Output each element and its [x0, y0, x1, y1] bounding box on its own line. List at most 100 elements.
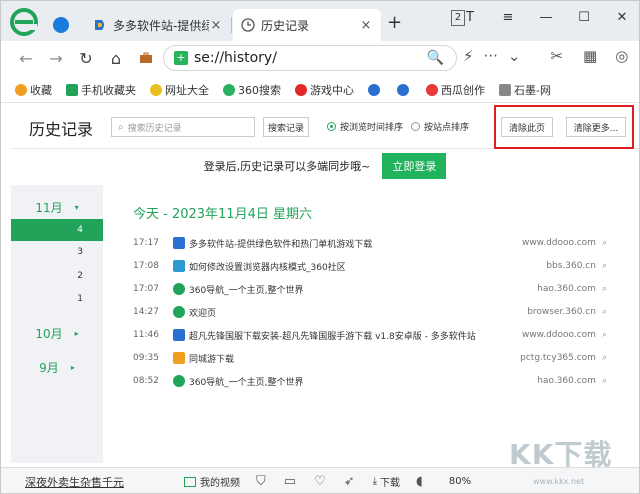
- download-icon: ⤓: [372, 476, 378, 487]
- month-sep[interactable]: 9月 ▸: [11, 357, 103, 377]
- bookmark-shimo[interactable]: 石墨-网: [499, 82, 551, 98]
- close-window-button[interactable]: ✕: [603, 10, 639, 25]
- briefcase-icon[interactable]: [131, 49, 161, 68]
- back-icon[interactable]: ←: [11, 49, 41, 68]
- paw-icon: [397, 83, 409, 96]
- history-row[interactable]: 17:08 如何修改设置浏览器内核模式_360社区 bbs.360.cn ⌕: [133, 255, 607, 277]
- url-text[interactable]: se://history/: [194, 50, 427, 66]
- bookmark-games[interactable]: 游戏中心: [295, 82, 354, 98]
- search-icon[interactable]: 🔍: [427, 50, 444, 66]
- minimize-button[interactable]: —: [527, 10, 565, 25]
- history-row[interactable]: 11:46 超凡先锋国服下载安装-超凡先锋国服手游下载 v1.8安卓版 - 多多…: [133, 324, 607, 346]
- bookmark-360search[interactable]: 360搜索: [223, 82, 281, 98]
- more-icon[interactable]: ···: [484, 47, 498, 65]
- visit-time: 17:08: [133, 261, 159, 271]
- history-row[interactable]: 17:17 多多软件站-提供绿色软件和热门单机游戏下载 www.ddooo.co…: [133, 232, 607, 254]
- zoom-level[interactable]: 80%: [449, 476, 471, 487]
- nav360-icon: [173, 375, 185, 387]
- history-row[interactable]: 08:52 360导航_一个主页,整个世界 hao.360.com ⌕: [133, 370, 607, 392]
- heartbeat-icon[interactable]: ♡: [314, 474, 326, 489]
- page-title-link[interactable]: 如何修改设置浏览器内核模式_360社区: [189, 260, 546, 273]
- history-row[interactable]: 17:07 360导航_一个主页,整个世界 hao.360.com ⌕: [133, 278, 607, 300]
- month-nov[interactable]: 11月 ▾: [11, 197, 103, 217]
- search-icon[interactable]: ⌕: [602, 238, 607, 248]
- send-icon[interactable]: [53, 17, 69, 33]
- month-label: 10月: [35, 326, 63, 341]
- page-title-link[interactable]: 超凡先锋国服下载安装-超凡先锋国服手游下载 v1.8安卓版 - 多多软件站: [189, 329, 522, 342]
- tab-ddooo[interactable]: 多多软件站-提供绿 ×: [85, 9, 231, 41]
- sound-icon[interactable]: ◖: [416, 474, 423, 489]
- puzzle-icon[interactable]: ▦: [583, 47, 597, 65]
- address-bar[interactable]: + se://history/ 🔍: [163, 45, 457, 71]
- window-controls: T ≡ — ☐ ✕: [451, 1, 639, 33]
- search-icon[interactable]: ⌕: [602, 307, 607, 317]
- clear-page-button[interactable]: 清除此页: [501, 117, 553, 137]
- new-tab-button[interactable]: +: [387, 12, 402, 33]
- bookmark-paw-2[interactable]: [397, 83, 412, 96]
- sort-by-site-radio[interactable]: 按站点排序: [411, 120, 469, 133]
- search-icon[interactable]: ⌕: [602, 261, 607, 271]
- login-button[interactable]: 立即登录: [382, 153, 447, 179]
- page-title-link[interactable]: 360导航_一个主页,整个世界: [189, 283, 537, 296]
- refresh-icon[interactable]: ↻: [71, 49, 101, 68]
- page-title-link[interactable]: 360导航_一个主页,整个世界: [189, 375, 537, 388]
- history-row[interactable]: 14:27 欢迎页 browser.360.cn ⌕: [133, 301, 607, 323]
- day-item[interactable]: 2: [11, 265, 103, 287]
- bookmark-favorites[interactable]: 收藏: [15, 82, 52, 98]
- sort-by-time-radio[interactable]: 按浏览时间排序: [327, 120, 403, 133]
- search-placeholder: 搜索历史记录: [127, 123, 182, 134]
- flash-icon[interactable]: ⚡: [463, 47, 474, 65]
- page-title-link[interactable]: 多多软件站-提供绿色软件和热门单机游戏下载: [189, 237, 522, 250]
- tcy-game-icon: [173, 352, 185, 364]
- bookmark-label: 石墨-网: [514, 83, 551, 97]
- bookmark-label: 网址大全: [165, 83, 209, 97]
- search-icon[interactable]: ⌕: [602, 376, 607, 386]
- clear-more-button[interactable]: 清除更多...: [566, 117, 626, 137]
- dropdown-icon[interactable]: ⌄: [508, 47, 521, 65]
- image-icon[interactable]: ▭: [284, 474, 296, 489]
- xigua-icon: [426, 83, 438, 96]
- tab-title: 历史记录: [261, 18, 310, 33]
- domain-text: hao.360.com: [537, 284, 596, 294]
- download-button[interactable]: ⤓ 下载: [373, 474, 400, 489]
- visit-time: 17:17: [133, 238, 159, 248]
- account-icon[interactable]: ◎: [615, 47, 628, 65]
- toolbar-right: ⚡ ··· ⌄ ✂ ▦ ◎ ≡: [463, 47, 639, 65]
- page-title-link[interactable]: 同城游下载: [189, 352, 520, 365]
- shield-icon[interactable]: ⛉: [256, 474, 266, 489]
- day-item[interactable]: 3: [11, 241, 103, 263]
- news-ticker-link[interactable]: 深夜外卖生杂售千元: [25, 474, 124, 490]
- star-icon: [15, 83, 27, 96]
- bookmark-navsite[interactable]: 网址大全: [150, 82, 209, 98]
- chevron-down-icon: ▾: [74, 202, 79, 212]
- ddooo-favicon-icon: [173, 237, 185, 249]
- bookmark-paw-1[interactable]: [368, 83, 383, 96]
- forward-icon[interactable]: →: [41, 49, 71, 68]
- browser-window: 多多软件站-提供绿 × 历史记录 × + 2 T ≡ — ☐ ✕ ← → ↻ ⌂…: [0, 0, 640, 494]
- page-title-link[interactable]: 欢迎页: [189, 306, 527, 319]
- day-item[interactable]: 4: [11, 219, 103, 241]
- my-video-button[interactable]: 我的视频: [184, 474, 240, 489]
- visit-time: 17:07: [133, 284, 159, 294]
- rocket-icon[interactable]: ➶: [344, 474, 355, 489]
- home-icon[interactable]: ⌂: [101, 49, 131, 68]
- search-icon[interactable]: ⌕: [602, 284, 607, 294]
- maximize-button[interactable]: ☐: [565, 10, 603, 25]
- history-search-input[interactable]: ⌕ 搜索历史记录: [111, 117, 255, 137]
- tab-history[interactable]: 历史记录 ×: [233, 9, 381, 41]
- bookmark-xigua[interactable]: 西瓜创作: [426, 82, 485, 98]
- bookmark-mobile[interactable]: 手机收藏夹: [66, 82, 136, 98]
- tab-close-icon[interactable]: ×: [209, 18, 223, 33]
- menu-icon[interactable]: ≡: [489, 10, 527, 25]
- scissors-icon[interactable]: ✂: [550, 47, 563, 65]
- month-oct[interactable]: 10月 ▸: [11, 323, 103, 343]
- day-item[interactable]: 1: [11, 288, 103, 310]
- search-history-button[interactable]: 搜索记录: [263, 117, 309, 137]
- history-row[interactable]: 09:35 同城游下载 pctg.tcy365.com ⌕: [133, 347, 607, 369]
- browser-logo-icon[interactable]: [9, 7, 41, 37]
- domain-text: www.ddooo.com: [521, 330, 596, 340]
- search-icon[interactable]: ⌕: [602, 353, 607, 363]
- skin-icon[interactable]: T: [451, 10, 489, 25]
- search-icon[interactable]: ⌕: [602, 330, 607, 340]
- tab-close-icon[interactable]: ×: [359, 18, 373, 33]
